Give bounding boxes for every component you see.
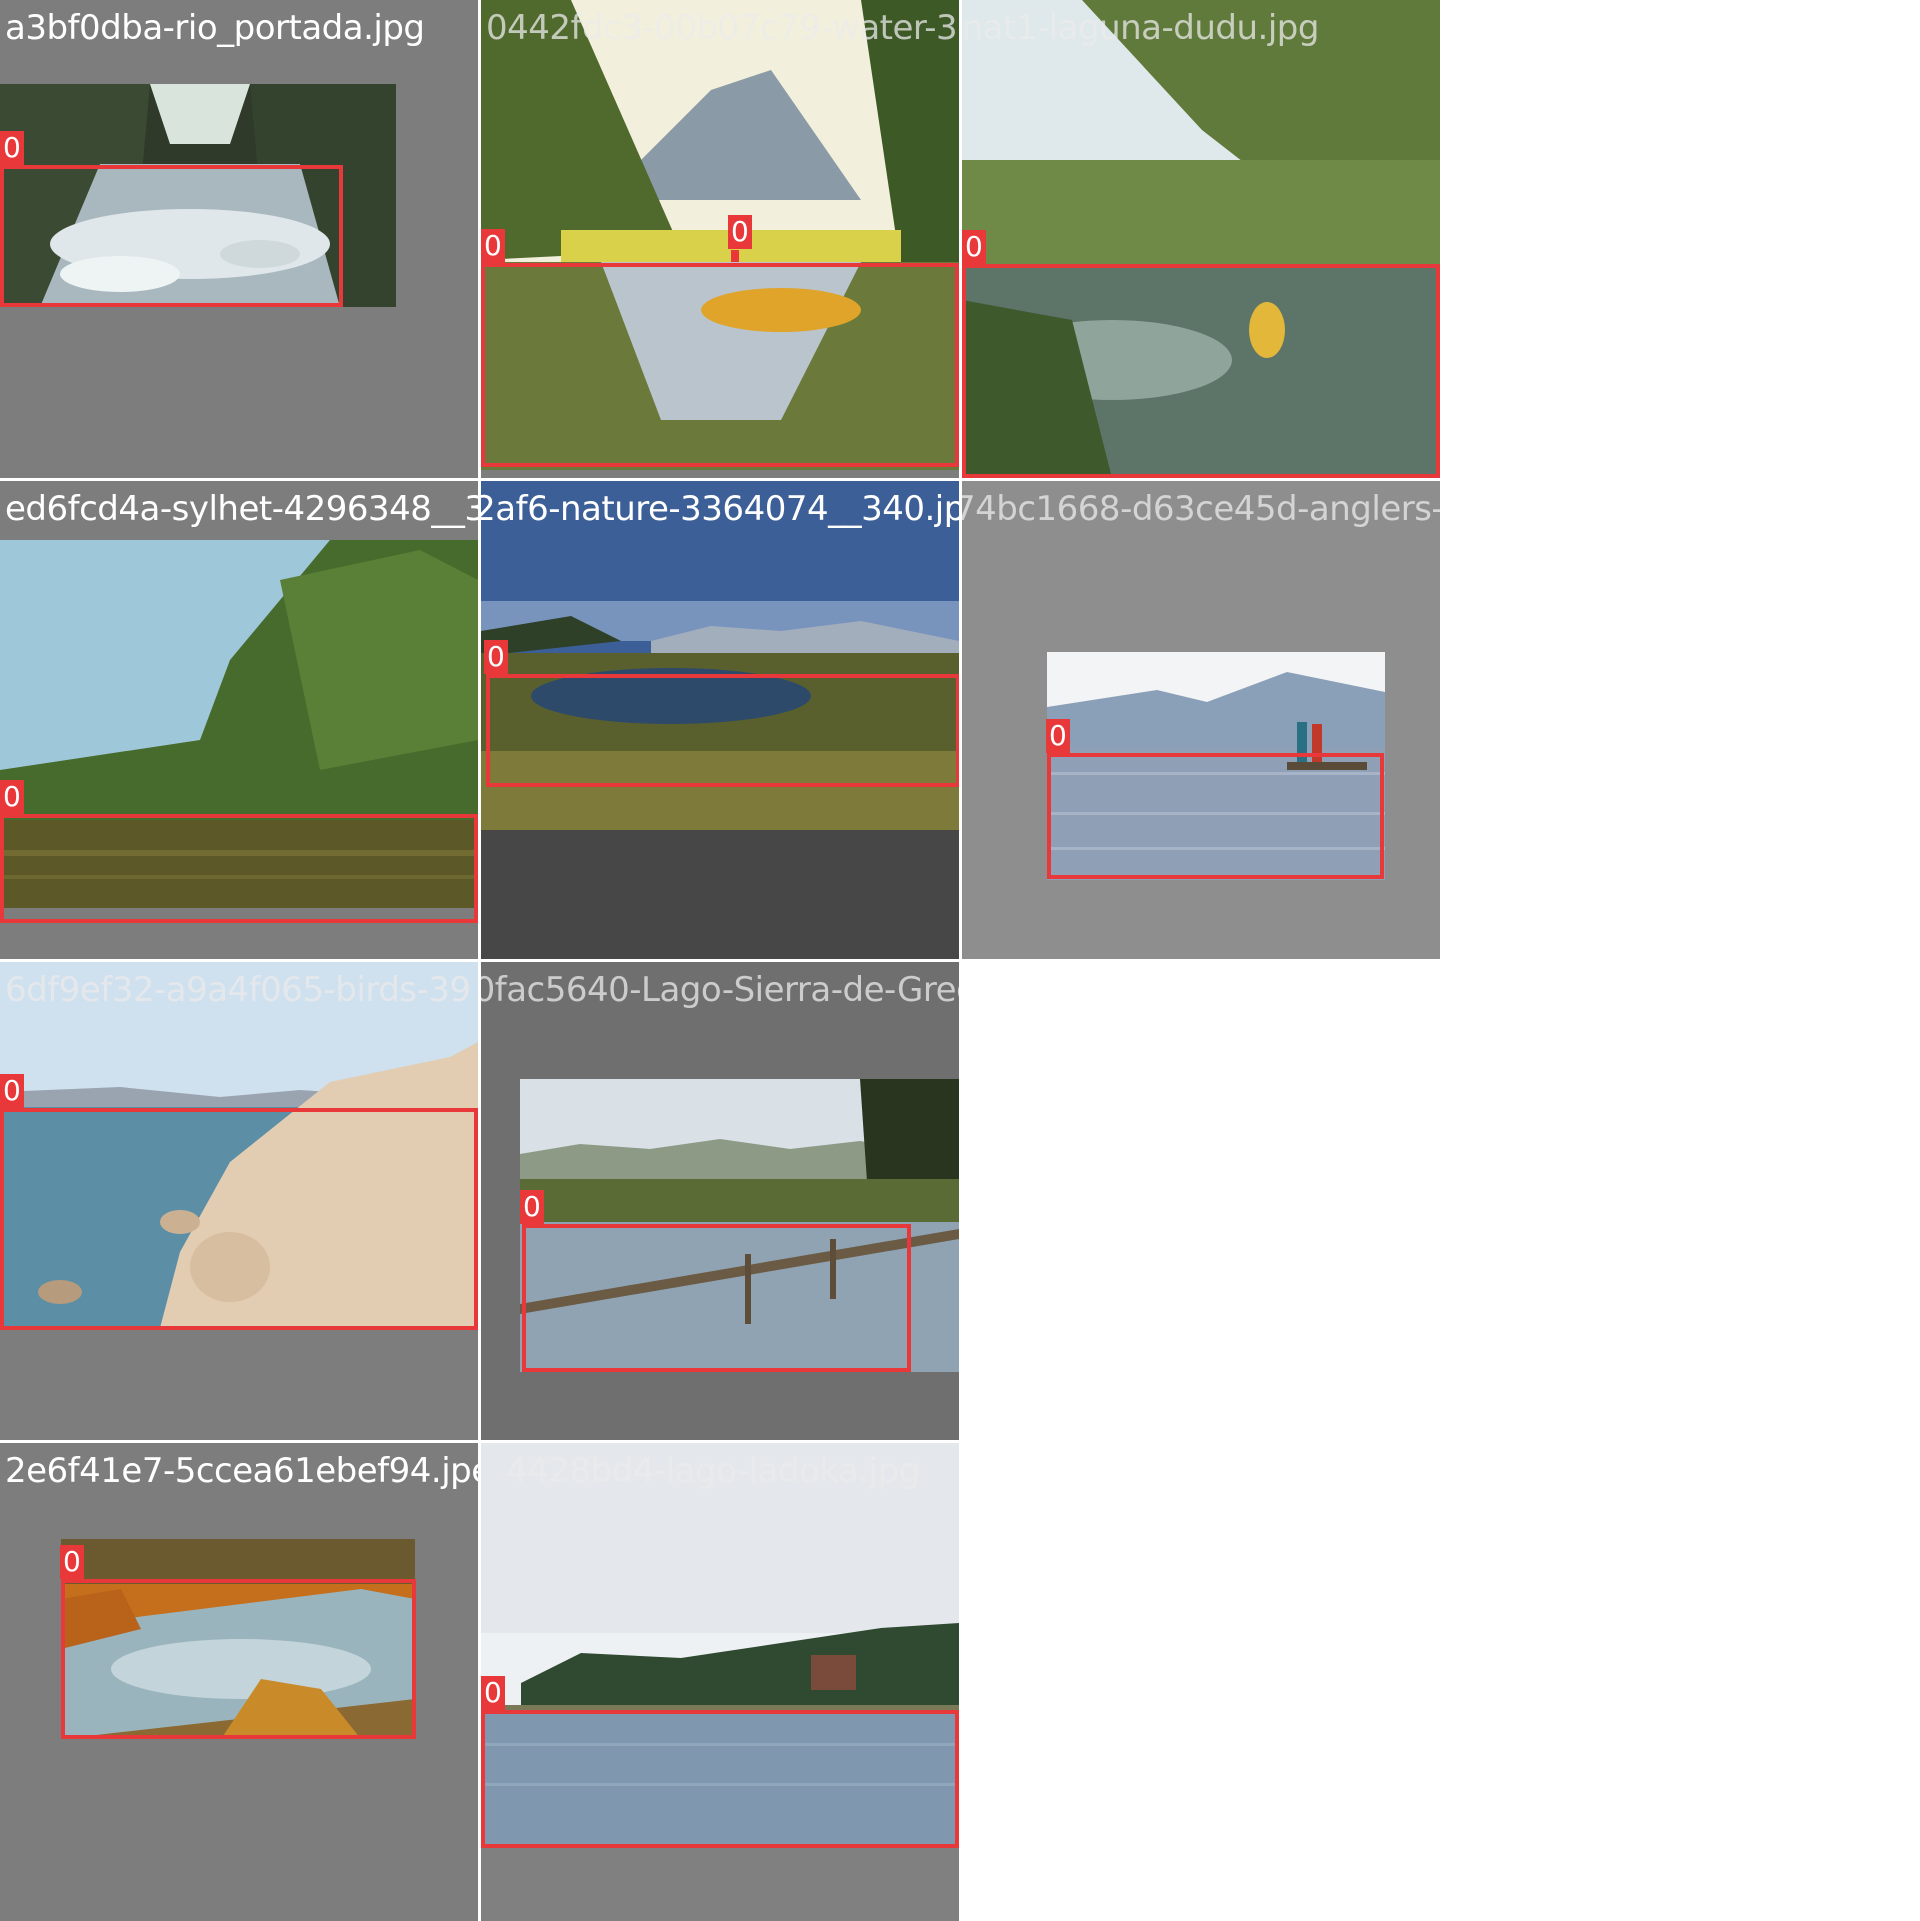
class-label: 0 (0, 131, 24, 165)
image-tile[interactable]: 0 a3bf0dba-rio_portada.jpg (0, 0, 478, 478)
class-label: 0 (0, 780, 24, 814)
image-tile[interactable]: 0 0 0442fdc3-00b07c79-water-3 (481, 0, 959, 478)
image-tile[interactable]: 0 ed6fcd4a-sylhet-4296348__340.jpg (0, 481, 478, 959)
class-label: 0 (481, 229, 505, 263)
detection-box (481, 263, 959, 467)
filename-label: 6df9ef32-a9a4f065-birds-39 (5, 970, 471, 1010)
detection-box (962, 264, 1440, 478)
class-label: 0 (962, 230, 986, 264)
detection-box (0, 165, 343, 307)
detection-box (0, 814, 478, 923)
filename-label: 4428bd4-lago-ladoka.jpg (506, 1451, 920, 1491)
image-tile[interactable]: 0 6df9ef32-a9a4f065-birds-39 (0, 962, 478, 1440)
detection-box (522, 1224, 911, 1372)
class-label: 0 (60, 1545, 84, 1579)
class-label: 0 (728, 215, 752, 249)
filename-label: f5a86b3e-nat1-laguna-dudu.jpg (962, 8, 1319, 48)
class-label: 0 (481, 1676, 505, 1710)
image-tile[interactable]: 0 2e6f41e7-5ccea61ebef94.jpeg (0, 1443, 478, 1921)
class-label: 0 (484, 640, 508, 674)
detection-box (0, 1108, 478, 1330)
filename-label: 74bc1668-d63ce45d-anglers-929847__340.jp (962, 489, 1440, 529)
class-label: 0 (520, 1190, 544, 1224)
image-tile[interactable]: 0 f5a86b3e-nat1-laguna-dudu.jpg (962, 0, 1440, 478)
class-label: 0 (1046, 719, 1070, 753)
filename-label: 2e6f41e7-5ccea61ebef94.jpeg (5, 1451, 478, 1491)
detection-box (481, 1710, 959, 1848)
filename-label: 2f0fac5640-Lago-Sierra-de-Gredos.-Avila-… (481, 970, 959, 1010)
detection-box (486, 674, 959, 787)
filename-label: 9e9f2af6-nature-3364074__340.jpg (481, 489, 959, 529)
detection-box-small (731, 250, 739, 262)
class-label: 0 (0, 1074, 24, 1108)
image-tile[interactable]: 0 9e9f2af6-nature-3364074__340.jpg (481, 481, 959, 959)
filename-label: 0442fdc3-00b07c79-water-3 (486, 8, 958, 48)
detection-box (61, 1579, 416, 1739)
filename-label: ed6fcd4a-sylhet-4296348__340.jpg (5, 489, 478, 529)
image-tile[interactable]: 0 2f0fac5640-Lago-Sierra-de-Gredos.-Avil… (481, 962, 959, 1440)
image-tile[interactable]: 0 4428bd4-lago-ladoka.jpg (481, 1443, 959, 1921)
detection-box (1047, 753, 1384, 879)
image-tile[interactable]: 0 74bc1668-d63ce45d-anglers-929847__340.… (962, 481, 1440, 959)
filename-label: a3bf0dba-rio_portada.jpg (5, 8, 425, 48)
